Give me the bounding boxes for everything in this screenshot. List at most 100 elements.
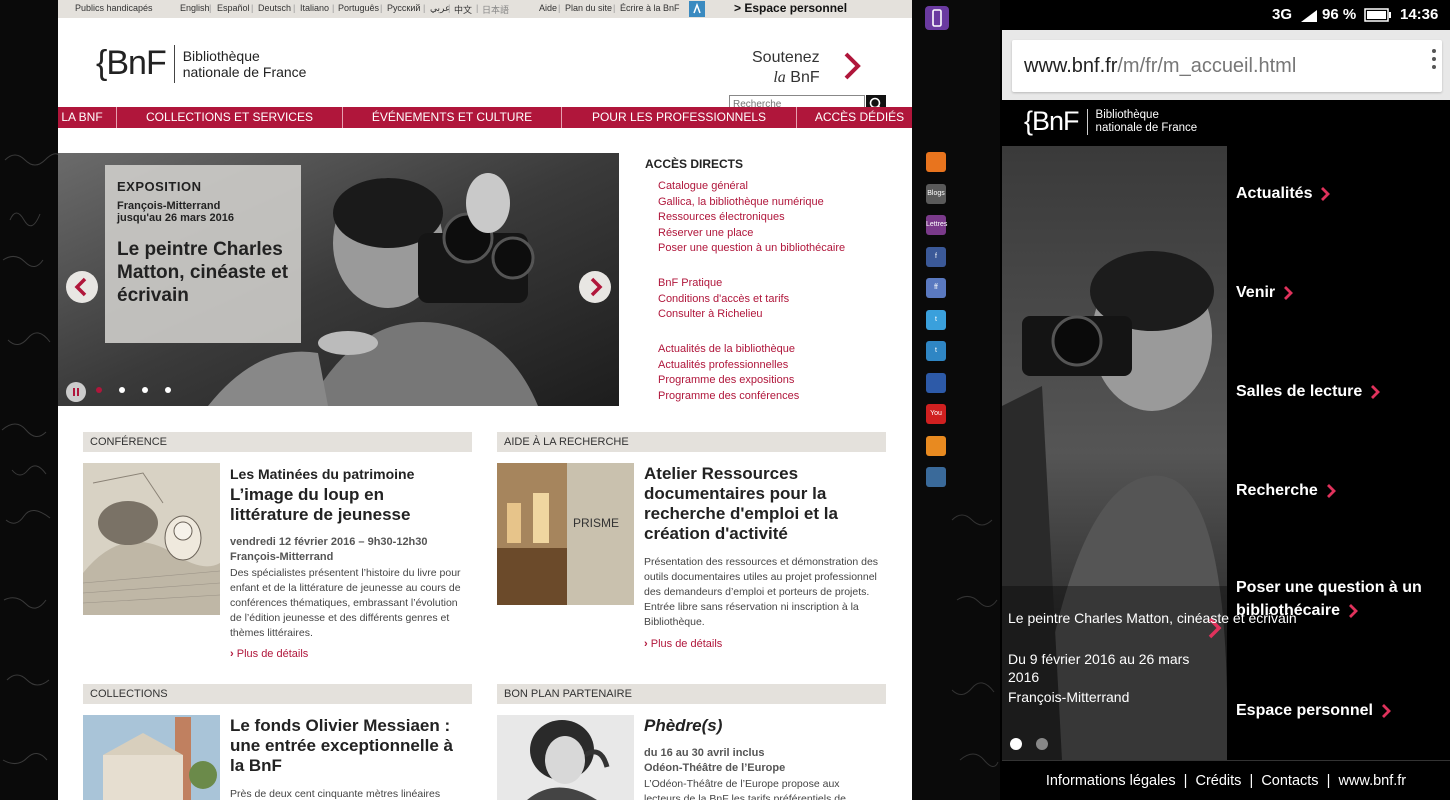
chevron-left-icon: [74, 277, 87, 297]
soutenez-link[interactable]: Soutenez la BnF: [752, 48, 820, 88]
pause-icon: [73, 388, 79, 396]
bonplan-title[interactable]: Phèdre(s): [644, 716, 722, 736]
mobile-version-button[interactable]: [925, 6, 949, 30]
youtube-icon[interactable]: You: [926, 404, 946, 424]
mobile-menu-item[interactable]: Actualités: [1236, 182, 1436, 205]
aide-thumbnail[interactable]: PRISME: [497, 463, 634, 605]
mobile-logo-mark: {BnF: [1024, 106, 1080, 136]
mobile-menu-item[interactable]: Salles de lecture: [1236, 380, 1436, 403]
conference-more-link[interactable]: › Plus de détails: [230, 648, 308, 660]
mobile-site-header: {BnF Bibliothèque nationale de France: [1002, 100, 1450, 146]
bnf-logo[interactable]: {BnF Bibliothèque nationale de France: [96, 44, 306, 83]
acces-direct-link[interactable]: BnF Pratique: [658, 277, 722, 289]
bonplan-date: du 16 au 30 avril inclus: [644, 747, 765, 759]
conference-title[interactable]: L’image du loup en littérature de jeunes…: [230, 485, 450, 525]
soutenez-italic: la: [773, 69, 786, 86]
mobile-menu-item[interactable]: Recherche: [1236, 479, 1436, 502]
carousel-next-button[interactable]: [579, 271, 611, 303]
contact-link[interactable]: Écrire à la BnF: [620, 3, 680, 13]
facebook-alt-icon[interactable]: ff: [926, 278, 946, 298]
mobile-menu-item[interactable]: Espace personnel: [1236, 699, 1436, 722]
conference-meta: vendredi 12 février 2016 – 9h30-12h30 Fr…: [230, 535, 428, 565]
lang-espanol[interactable]: Español: [217, 3, 250, 13]
facebook-icon[interactable]: f: [926, 246, 946, 267]
acces-direct-link[interactable]: Ressources électroniques: [658, 211, 785, 223]
url-domain: www.bnf.fr: [1024, 55, 1118, 77]
acces-direct-link[interactable]: Actualités de la bibliothèque: [658, 343, 795, 355]
hero-kicker: EXPOSITION: [117, 179, 202, 194]
scoop-icon[interactable]: [926, 435, 946, 456]
carousel-dot[interactable]: [142, 387, 148, 393]
acces-direct-link[interactable]: Catalogue général: [658, 180, 748, 192]
carousel-dot[interactable]: [96, 387, 102, 393]
gallica-icon[interactable]: [926, 372, 946, 393]
acces-direct-link[interactable]: Poser une question à un bibliothécaire: [658, 242, 845, 254]
acces-direct-link[interactable]: Programme des expositions: [658, 374, 794, 386]
lang-portugues[interactable]: Português: [338, 3, 379, 13]
lang-italiano[interactable]: Italiano: [300, 3, 329, 13]
aide-more-label: Plus de détails: [650, 638, 723, 650]
nav-professionnels[interactable]: POUR LES PROFESSIONNELS: [562, 107, 797, 128]
nav-collections[interactable]: COLLECTIONS ET SERVICES: [117, 107, 343, 128]
site-header: {BnF Bibliothèque nationale de France So…: [58, 18, 912, 114]
nav-acces-dedies[interactable]: ACCÈS DÉDIÉS: [797, 107, 912, 128]
carousel-pause-button[interactable]: [66, 382, 86, 402]
battery-icon: [1364, 8, 1392, 26]
twitter-alt-icon[interactable]: t: [926, 341, 946, 361]
bonplan-place: Odéon-Théâtre de l’Europe: [644, 762, 786, 774]
lang-chinese[interactable]: 中文: [454, 3, 472, 16]
hero-carousel[interactable]: EXPOSITION François-Mitterrand jusqu'au …: [58, 153, 619, 406]
accessibility-link[interactable]: Publics handicapés: [75, 3, 153, 13]
lang-russian[interactable]: Русский: [387, 3, 420, 13]
mobile-carousel-dot[interactable]: [1010, 738, 1022, 750]
sitemap-link[interactable]: Plan du site: [565, 3, 612, 13]
address-bar[interactable]: www.bnf.fr/m/fr/m_accueil.html: [1012, 40, 1442, 92]
mobile-menu-item[interactable]: Poser une question à un bibliothécaire: [1236, 576, 1436, 622]
footer-bnf-link[interactable]: www.bnf.fr: [1338, 773, 1406, 789]
acces-direct-link[interactable]: Réserver une place: [658, 227, 753, 239]
acces-direct-link[interactable]: Conditions d'accès et tarifs: [658, 293, 789, 305]
mobile-screenshot: 3G 96 % 14:36 www.bnf.fr/m/fr/m_accueil.…: [1002, 0, 1450, 800]
nav-evenements[interactable]: ÉVÉNEMENTS ET CULTURE: [343, 107, 562, 128]
aide-title[interactable]: Atelier Ressources documentaires pour la…: [644, 464, 864, 544]
hero-place: François-Mitterrand jusqu'au 26 mars 201…: [117, 200, 289, 224]
footer-contacts-link[interactable]: Contacts: [1261, 773, 1318, 789]
lang-japanese[interactable]: 日本語: [482, 3, 509, 16]
lang-deutsch[interactable]: Deutsch: [258, 3, 291, 13]
acces-direct-link[interactable]: Consulter à Richelieu: [658, 308, 763, 320]
espace-personnel-link[interactable]: > Espace personnel: [734, 1, 847, 15]
help-link[interactable]: Aide: [539, 3, 557, 13]
bonplan-meta: du 16 au 30 avril inclus Odéon-Théâtre d…: [644, 746, 785, 776]
acces-direct-link[interactable]: Actualités professionnelles: [658, 359, 788, 371]
bonplan-thumbnail[interactable]: [497, 715, 634, 800]
mobile-bnf-logo[interactable]: {BnF Bibliothèque nationale de France: [1024, 106, 1197, 137]
rss-icon[interactable]: [926, 152, 946, 172]
browser-toolbar: www.bnf.fr/m/fr/m_accueil.html: [1002, 30, 1450, 100]
blogs-icon[interactable]: Blogs: [926, 183, 946, 204]
instagram-icon[interactable]: [926, 467, 946, 487]
lang-english[interactable]: English: [180, 3, 210, 13]
collections-title[interactable]: Le fonds Olivier Messiaen : une entrée e…: [230, 716, 470, 776]
footer-legal-link[interactable]: Informations légales: [1046, 773, 1176, 789]
nav-la-bnf[interactable]: LA BNF: [58, 107, 117, 128]
mobile-menu-item[interactable]: Venir: [1236, 281, 1436, 304]
acces-direct-link[interactable]: Gallica, la bibliothèque numérique: [658, 196, 824, 208]
carousel-prev-button[interactable]: [66, 271, 98, 303]
prisme-text: PRISME: [573, 516, 619, 530]
carousel-dot[interactable]: [165, 387, 171, 393]
hero-caption-card[interactable]: EXPOSITION François-Mitterrand jusqu'au …: [105, 165, 301, 343]
lettres-icon[interactable]: Lettres: [926, 215, 947, 235]
mobile-carousel-dot[interactable]: [1036, 738, 1048, 750]
footer-credits-link[interactable]: Crédits: [1196, 773, 1242, 789]
twitter-icon[interactable]: t: [926, 309, 946, 330]
collections-thumbnail[interactable]: [83, 715, 220, 800]
aide-more-link[interactable]: › Plus de détails: [644, 638, 722, 650]
accessibility-icon[interactable]: [689, 1, 705, 19]
acces-direct-link[interactable]: Programme des conférences: [658, 390, 799, 402]
conference-thumbnail[interactable]: [83, 463, 220, 615]
background-script-left: [0, 0, 60, 800]
carousel-dot[interactable]: [119, 387, 125, 393]
mobile-hero-dates: Du 9 février 2016 au 26 mars 2016: [1008, 651, 1190, 685]
soutenez-chevron-icon[interactable]: [841, 51, 863, 81]
browser-menu-icon[interactable]: [1432, 48, 1436, 70]
